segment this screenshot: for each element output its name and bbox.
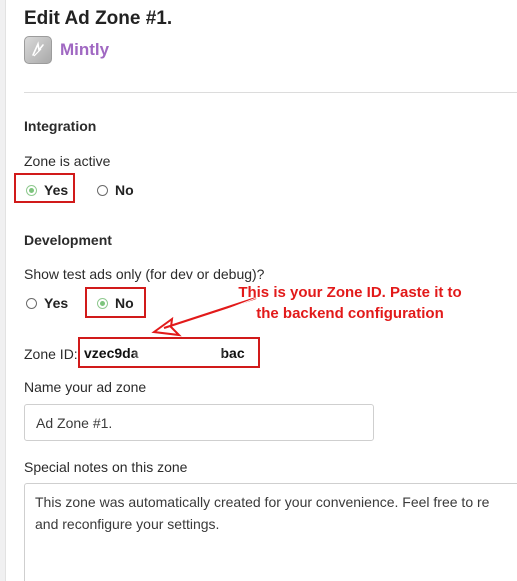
section-divider (24, 92, 517, 93)
zone-active-no-radio[interactable]: No (97, 182, 134, 198)
zone-notes-textarea[interactable]: This zone was automatically created for … (24, 483, 517, 581)
radio-label-yes: Yes (44, 295, 69, 311)
zone-active-yes-radio[interactable]: Yes (26, 182, 68, 198)
radio-checked-icon (26, 184, 37, 196)
zone-active-label: Zone is active (24, 153, 111, 169)
zone-id-value: vzec9da bac (78, 337, 260, 368)
edit-ad-zone-page: Edit Ad Zone #1. Mintly Integration Zone… (0, 0, 517, 581)
test-ads-yes-radio[interactable]: Yes (26, 295, 68, 311)
radio-unchecked-icon (26, 297, 37, 309)
left-edge-divider (0, 0, 6, 581)
zone-id-value-end: bac (220, 344, 245, 361)
annotation-arrow-icon (151, 296, 257, 337)
zone-id-redaction (138, 345, 221, 360)
radio-label-no: No (115, 182, 134, 198)
zone-notes-label: Special notes on this zone (24, 459, 188, 475)
test-ads-label: Show test ads only (for dev or debug)? (24, 266, 265, 282)
radio-label-no: No (115, 295, 134, 311)
brand: Mintly (24, 36, 109, 64)
brand-logo-icon (24, 36, 52, 64)
radio-unchecked-icon (97, 184, 108, 196)
zone-id-value-start: vzec9da (84, 344, 139, 361)
zone-name-input[interactable] (24, 404, 374, 441)
test-ads-no-radio[interactable]: No (97, 295, 134, 311)
radio-label-yes: Yes (44, 182, 69, 198)
radio-checked-icon (97, 297, 108, 309)
zone-name-label: Name your ad zone (24, 379, 147, 395)
page-title: Edit Ad Zone #1. (24, 8, 173, 29)
development-heading: Development (24, 232, 112, 248)
brand-name: Mintly (60, 40, 110, 59)
integration-heading: Integration (24, 118, 97, 134)
zone-id-label: Zone ID: (24, 346, 78, 362)
